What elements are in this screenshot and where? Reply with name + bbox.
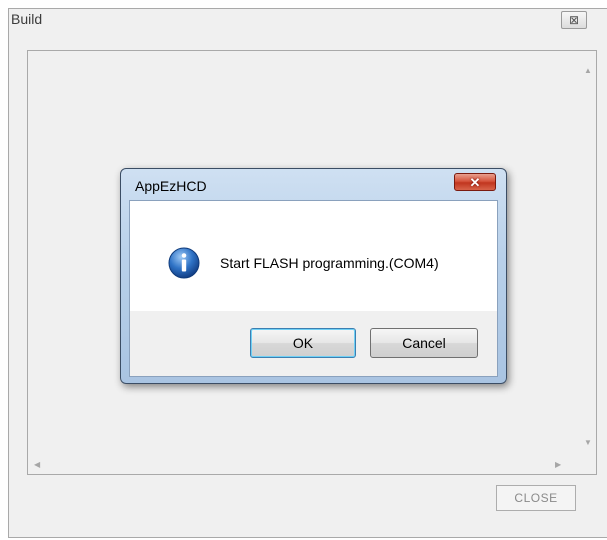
dialog-message: Start FLASH programming.(COM4) — [220, 255, 439, 271]
dialog-title: AppEzHCD — [135, 178, 207, 194]
scroll-right-icon[interactable]: ▶ — [555, 461, 561, 469]
vertical-scrollbar[interactable]: ▲ ▼ — [579, 51, 596, 456]
scroll-up-icon[interactable]: ▲ — [584, 67, 592, 75]
close-icon: ✕ — [469, 174, 481, 190]
cancel-button[interactable]: Cancel — [370, 328, 478, 358]
dialog-message-area: Start FLASH programming.(COM4) — [130, 201, 497, 311]
close-button[interactable]: CLOSE — [496, 485, 576, 511]
horizontal-scrollbar[interactable]: ◀ ▶ — [28, 457, 579, 474]
scroll-down-icon[interactable]: ▼ — [584, 439, 592, 447]
dialog-body: Start FLASH programming.(COM4) OK Cancel — [129, 200, 498, 377]
scroll-left-icon[interactable]: ◀ — [34, 461, 40, 469]
close-icon: ⊠ — [568, 13, 580, 27]
message-dialog: AppEzHCD ✕ Start FLASH programming.(COM4… — [120, 168, 507, 384]
ok-button[interactable]: OK — [250, 328, 356, 358]
info-icon — [168, 247, 200, 279]
build-window-close-button[interactable]: ⊠ — [561, 11, 587, 29]
scroll-corner — [579, 457, 596, 474]
dialog-close-button[interactable]: ✕ — [454, 173, 496, 191]
build-window-title: Build — [11, 11, 43, 27]
